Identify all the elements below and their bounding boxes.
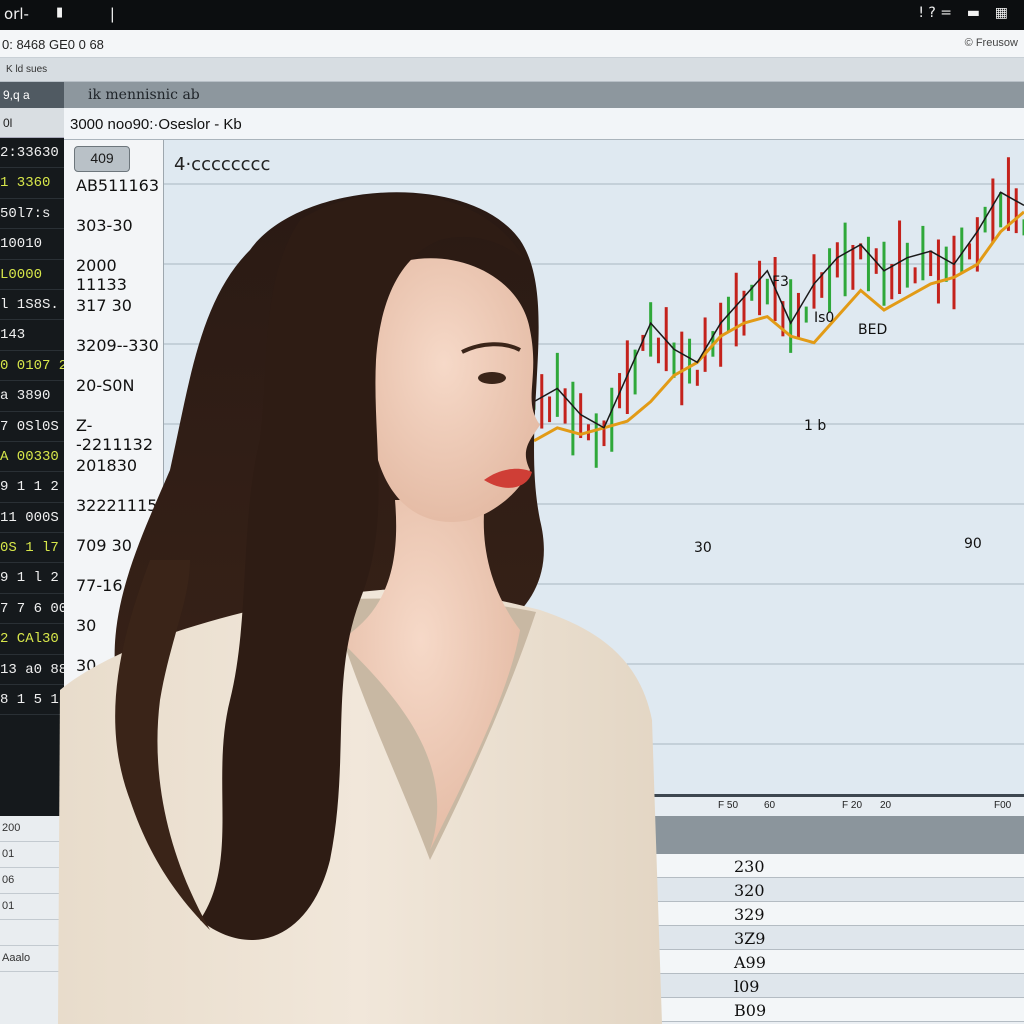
x-axis-tick: F 20: [842, 800, 863, 811]
y-axis-label: 303-30: [76, 216, 133, 235]
address-text[interactable]: 0: 8468 GE0 0 68: [2, 37, 104, 52]
ticker-row[interactable]: A 00330: [0, 442, 64, 473]
chart-annotation: 90: [964, 536, 982, 552]
wifi-icon: ▦: [994, 5, 1008, 21]
table-body: 230 320 329 3Z9 A99 l09 B09: [654, 854, 1024, 1022]
y-axis-label: 317 30: [76, 296, 132, 315]
y-axis-label: AB511163: [76, 176, 159, 195]
app-icon: ▮: [56, 5, 64, 20]
x-axis-tick: F 50: [718, 800, 739, 811]
lower-left-row[interactable]: 01: [0, 842, 63, 868]
table-row[interactable]: B09: [654, 998, 1024, 1022]
table-row[interactable]: 3Z9: [654, 926, 1024, 950]
ticker-row[interactable]: 1 3360: [0, 168, 64, 199]
ticker-row[interactable]: a 3890: [0, 381, 64, 412]
table-row[interactable]: A99: [654, 950, 1024, 974]
y-axis-label: Z--2211132: [76, 416, 154, 454]
x-axis-tick: F00: [994, 800, 1012, 811]
ticker-row[interactable]: 10010: [0, 229, 64, 260]
ticker-row[interactable]: 9 1 1 2 l 7: [0, 472, 64, 503]
lower-left-row[interactable]: 01: [0, 894, 63, 920]
table-row[interactable]: 329: [654, 902, 1024, 926]
chart-annotation: 30: [694, 540, 712, 556]
table-row[interactable]: 230: [654, 854, 1024, 878]
y-axis-label: 77-16: [76, 576, 123, 595]
toolbar-label[interactable]: K ld sues: [6, 64, 47, 75]
system-menu-bar: orl- ▮ ❘ ! ? = ▬ ▦: [0, 0, 1024, 30]
x-axis-tick: 20: [880, 800, 892, 811]
screen: orl- ▮ ❘ ! ? = ▬ ▦ 0: 8468 GE0 0 68 © Fr…: [0, 0, 1024, 1024]
ticker-row[interactable]: 9 1 l 2 l N: [0, 563, 64, 594]
lower-left-row[interactable]: Aaalo: [0, 946, 63, 972]
table-row[interactable]: 320: [654, 878, 1024, 902]
ticker-row[interactable]: 0 0107 23: [0, 351, 64, 382]
ticker-row[interactable]: 2:33630: [0, 138, 64, 169]
lower-left-row[interactable]: 200: [0, 816, 63, 842]
account-label[interactable]: © Freusow: [965, 37, 1018, 49]
ticker-row[interactable]: 13 a0 88: [0, 655, 64, 686]
y-axis-label: 201830: [76, 456, 138, 475]
y-axis-label: 20-S0N: [76, 376, 135, 395]
battery-icon: ▬: [966, 5, 980, 21]
address-bar[interactable]: 0: 8468 GE0 0 68 © Freusow: [0, 30, 1024, 58]
chart-top-label: 4·cccccccc: [174, 154, 270, 175]
ticker-list: 2:33630 1 3360 50l7:s 10010 L0000 l 1S8S. 143 …: [0, 138, 64, 716]
status-icons: ! ? =: [918, 5, 952, 21]
toolbar-strip: K ld sues: [0, 58, 1024, 82]
y-axis-panel: 409 AB511163 303-30 2000 11133 317 30 3209--…: [64, 140, 168, 794]
chart-annotation: F3: [772, 274, 789, 290]
lower-left-panel: 200 01 06 01 Aaalo: [0, 816, 64, 1024]
app-menu-label[interactable]: orl-: [4, 5, 29, 23]
y-axis-label: 30: [76, 616, 97, 635]
chart-annotation: 70: [610, 680, 628, 696]
price-chart[interactable]: 4·ccccccccF3Is0BED1 b7090309 3: [164, 140, 1024, 794]
x-axis-tick: 60: [764, 800, 776, 811]
y-axis-label: 3209--330: [76, 336, 159, 355]
table-header: [654, 816, 1024, 854]
ticker-panel: 9,q a 0l 2:33630 1 3360 50l7:s 10010 L0000 l …: [0, 82, 64, 816]
ticker-row[interactable]: l 1S8S.: [0, 290, 64, 321]
data-table: 230 320 329 3Z9 A99 l09 B09: [654, 816, 1024, 1024]
chart-title: ik mennisnic ab: [64, 82, 1024, 108]
ticker-row[interactable]: L0000: [0, 260, 64, 290]
ticker-header[interactable]: 9,q a: [0, 82, 64, 108]
chart-window: ik mennisnic ab 3000 noo90:·Oseslor - Kb…: [64, 82, 1024, 794]
timeframe-badge[interactable]: 409: [74, 146, 130, 172]
ticker-row[interactable]: 50l7:s: [0, 199, 64, 230]
y-axis-label: 709 30: [76, 536, 132, 555]
ticker-subheader: 0l: [0, 108, 64, 138]
x-axis-bar: F 50 60 F 20 20 F00: [64, 794, 1024, 816]
lower-left-row[interactable]: [0, 920, 63, 946]
ticker-row[interactable]: 0S 1 l7: [0, 533, 64, 564]
ticker-row[interactable]: 7 7 6 00: [0, 594, 64, 625]
ticker-row[interactable]: 7 0Sl0S: [0, 412, 64, 442]
ticker-row[interactable]: 8 1 5 1 1 A0: [0, 685, 64, 716]
menu-separator-icon: ❘: [106, 5, 119, 23]
y-axis-label: 322211150: [76, 496, 168, 515]
chart-annotation: BED: [858, 322, 887, 338]
chart-annotation: Is0: [814, 310, 834, 326]
y-axis-label: 2000 11133: [76, 256, 127, 294]
lower-left-row[interactable]: 06: [0, 868, 63, 894]
ticker-row[interactable]: 2 CAl30: [0, 624, 64, 655]
moving-average-orange: [533, 210, 1024, 443]
y-axis-label: 30: [76, 656, 97, 675]
chart-annotation: 1 b: [804, 418, 826, 434]
ticker-row[interactable]: 11 000S: [0, 503, 64, 534]
chart-toolbar[interactable]: 3000 noo90:·Oseslor - Kb: [64, 108, 1024, 140]
ticker-row[interactable]: 143: [0, 320, 64, 351]
table-row[interactable]: l09: [654, 974, 1024, 998]
moving-average-black: [533, 191, 1024, 429]
